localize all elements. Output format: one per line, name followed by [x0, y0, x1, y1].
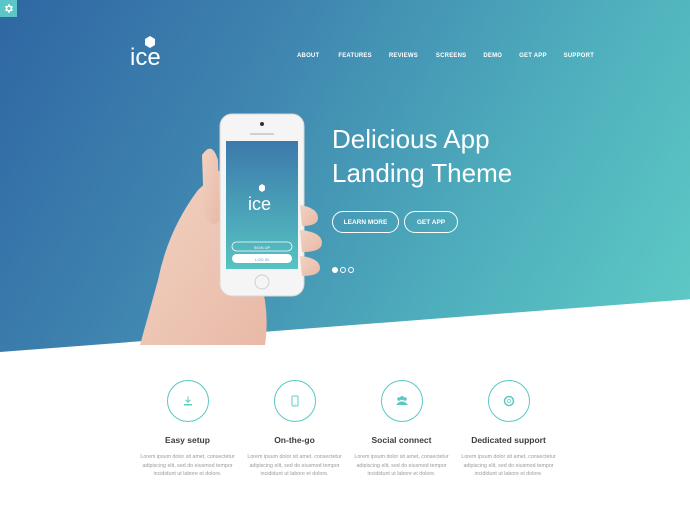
feature-easy-setup: Easy setup Lorem ipsum dolor sit amet, c… [134, 380, 241, 479]
feature-text: Lorem ipsum dolor sit amet, consectetur … [247, 454, 342, 477]
feature-title: Easy setup [165, 435, 210, 445]
phone-logo-text: ice [248, 194, 271, 214]
feature-title: Dedicated support [471, 435, 546, 445]
feature-text: Lorem ipsum dolor sit amet, consectetur … [140, 454, 235, 477]
headline-line-2: Landing Theme [332, 158, 513, 188]
learn-more-button[interactable]: LEARN MORE [332, 211, 399, 233]
feature-title: Social connect [371, 435, 432, 445]
get-app-button[interactable]: GET APP [404, 211, 458, 233]
feature-on-the-go: On-the-go Lorem ipsum dolor sit amet, co… [241, 380, 348, 479]
nav-item-about[interactable]: ABOUT [297, 53, 319, 59]
lifebuoy-icon [503, 395, 514, 407]
hero-headline: Delicious App Landing Theme [332, 122, 512, 190]
nav-item-demo[interactable]: DEMO [483, 53, 502, 59]
nav-item-reviews[interactable]: REVIEWS [389, 53, 418, 59]
slider-pagination [332, 267, 354, 273]
feature-title: On-the-go [274, 435, 315, 445]
slide-dot-3[interactable] [348, 267, 354, 273]
feature-icon-circle [487, 380, 530, 422]
slide-dot-1[interactable] [332, 267, 338, 273]
nav-item-get-app[interactable]: GET APP [519, 53, 547, 59]
gear-icon [5, 4, 13, 13]
slide-dot-2[interactable] [340, 267, 346, 273]
logo-graphic: ice [130, 36, 161, 71]
headline-strong: Delicious [332, 124, 438, 154]
users-icon [395, 396, 408, 405]
tablet-icon [291, 395, 298, 407]
feature-text: Lorem ipsum dolor sit amet, consectetur … [461, 454, 556, 477]
logo-text: ice [130, 44, 161, 67]
nav-item-screens[interactable]: SCREENS [436, 53, 466, 59]
feature-icon-circle [166, 380, 209, 422]
main-nav: ABOUT FEATURES REVIEWS SCREENS DEMO GET … [297, 53, 594, 59]
phone-signup-label: SIGN UP [254, 245, 271, 250]
nav-item-support[interactable]: SUPPORT [564, 53, 594, 59]
feature-social-connect: Social connect Lorem ipsum dolor sit ame… [348, 380, 455, 479]
settings-toggle[interactable] [0, 0, 17, 17]
phone-login-label: LOG IN [255, 257, 269, 262]
download-icon [183, 396, 192, 406]
headline-line-1: Delicious App [332, 122, 512, 156]
phone-in-hand-illustration: ice SIGN UP LOG IN [140, 113, 322, 345]
feature-dedicated-support: Dedicated support Lorem ipsum dolor sit … [455, 380, 562, 479]
landing-page: ice ABOUT FEATURES REVIEWS SCREENS DEMO … [0, 0, 690, 520]
feature-text: Lorem ipsum dolor sit amet, consectetur … [354, 454, 449, 477]
nav-item-features[interactable]: FEATURES [338, 53, 372, 59]
headline-rest: App [437, 124, 490, 154]
brand-logo[interactable]: ice [130, 35, 170, 71]
feature-icon-circle [380, 380, 423, 422]
features-section: Easy setup Lorem ipsum dolor sit amet, c… [134, 380, 560, 479]
feature-icon-circle [273, 380, 316, 422]
